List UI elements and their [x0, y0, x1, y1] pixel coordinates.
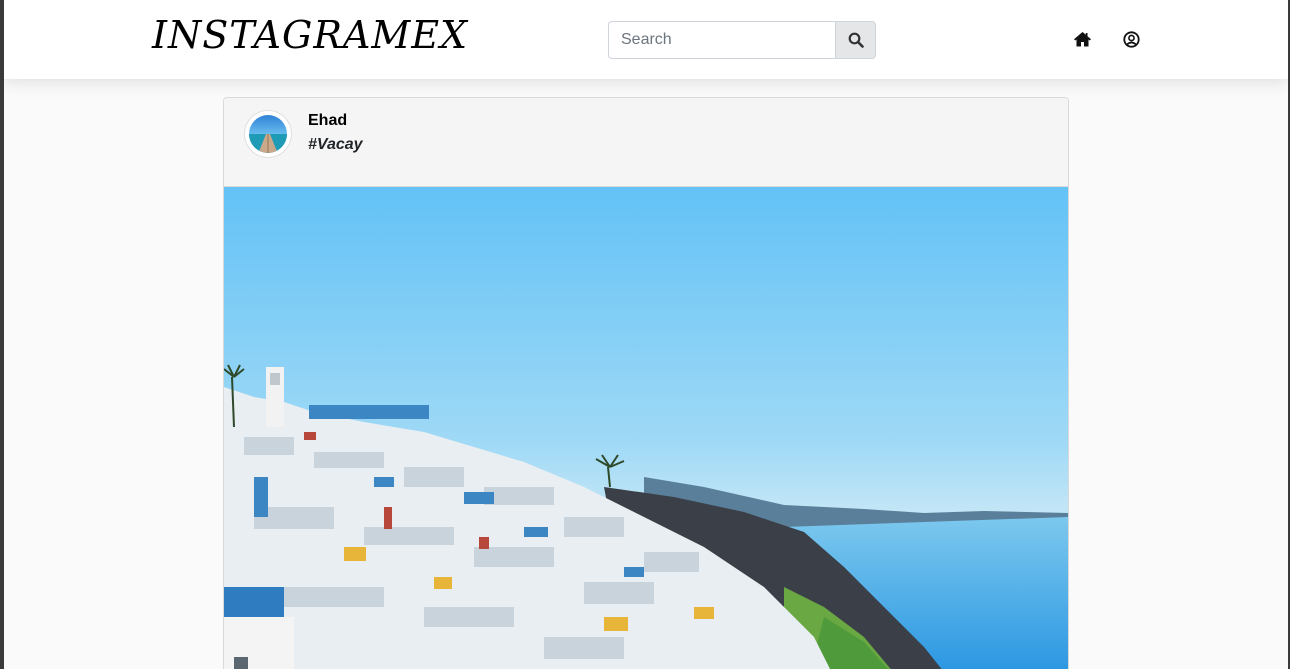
home-button[interactable]	[1072, 29, 1092, 49]
profile-button[interactable]	[1121, 29, 1141, 49]
post-image[interactable]	[224, 187, 1068, 669]
page: INSTAGRAMEX Search Ehad #Vacay	[4, 0, 1288, 669]
beach-pier-avatar	[249, 115, 287, 153]
search-button[interactable]	[835, 21, 876, 59]
search-form	[608, 21, 876, 59]
santorini-coastline-photo	[224, 187, 1068, 669]
search-icon	[848, 32, 864, 48]
brand-logo[interactable]: INSTAGRAMEX	[152, 12, 468, 58]
home-icon	[1073, 32, 1091, 47]
post-header: Ehad #Vacay	[224, 98, 1068, 187]
post-username[interactable]: Ehad	[308, 112, 347, 130]
avatar[interactable]	[244, 110, 292, 158]
top-navbar: INSTAGRAMEX	[4, 0, 1288, 79]
post-caption: #Vacay	[308, 136, 363, 153]
user-circle-icon	[1122, 30, 1140, 48]
search-input[interactable]	[608, 21, 835, 59]
post-card: Ehad #Vacay	[223, 97, 1069, 669]
